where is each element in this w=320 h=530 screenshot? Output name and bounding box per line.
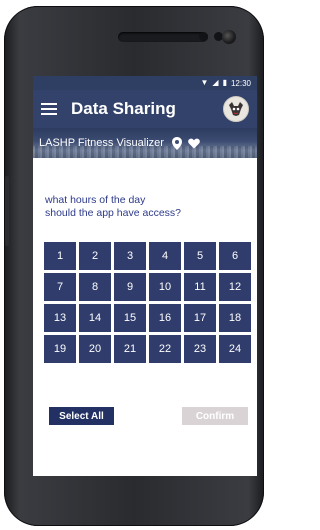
confirm-button[interactable]: Confirm [182,407,248,425]
battery-icon: ▮ [222,78,227,87]
hour-cell[interactable]: 12 [219,273,251,301]
app-screen: ▼ ◢ ▮ 12:30 Data Sharing LASHP Fitness V… [33,76,257,476]
phone-sensor [199,32,208,41]
hour-cell[interactable]: 11 [184,273,216,301]
hour-cell[interactable]: 13 [44,304,76,332]
wifi-icon: ▼ [200,78,209,87]
user-avatar-icon [229,102,243,116]
app-name: LASHP Fitness Visualizer [39,137,164,149]
question-line-2: should the app have access? [45,207,182,219]
hour-cell[interactable]: 23 [184,335,216,363]
signal-icon: ◢ [212,78,219,87]
phone-speaker [118,32,208,42]
select-all-button[interactable]: Select All [49,407,114,425]
hour-cell[interactable]: 4 [149,242,181,270]
avatar[interactable] [223,96,249,122]
hour-cell[interactable]: 8 [79,273,111,301]
side-volume-button [5,176,9,246]
hour-cell[interactable]: 5 [184,242,216,270]
hour-cell[interactable]: 3 [114,242,146,270]
hour-cell[interactable]: 21 [114,335,146,363]
hour-cell[interactable]: 9 [114,273,146,301]
page-title: Data Sharing [71,99,176,118]
phone-frame: ▼ ◢ ▮ 12:30 Data Sharing LASHP Fitness V… [4,6,264,526]
hour-cell[interactable]: 1 [44,242,76,270]
hour-cell[interactable]: 24 [219,335,251,363]
hour-cell[interactable]: 19 [44,335,76,363]
app-bar: Data Sharing [33,90,257,128]
access-question: what hours of the day should the app hav… [45,194,245,220]
hour-cell[interactable]: 17 [184,304,216,332]
hour-cell[interactable]: 20 [79,335,111,363]
hour-cell[interactable]: 10 [149,273,181,301]
status-time: 12:30 [230,78,251,88]
hour-cell[interactable]: 2 [79,242,111,270]
hour-cell[interactable]: 22 [149,335,181,363]
hour-cell[interactable]: 15 [114,304,146,332]
hour-cell[interactable]: 16 [149,304,181,332]
hour-cell[interactable]: 18 [219,304,251,332]
status-bar: ▼ ◢ ▮ 12:30 [33,76,257,90]
hamburger-menu-icon[interactable] [41,103,57,115]
question-line-1: what hours of the day [45,194,146,206]
location-pin-icon[interactable] [171,136,182,150]
heart-icon[interactable] [188,138,200,149]
front-camera [222,30,236,44]
hour-cell[interactable]: 7 [44,273,76,301]
hour-grid: 1 2 3 4 5 6 7 8 9 10 11 12 13 14 15 16 1… [44,242,251,363]
app-subheader: LASHP Fitness Visualizer [33,128,257,158]
hour-cell[interactable]: 14 [79,304,111,332]
hour-cell[interactable]: 6 [219,242,251,270]
